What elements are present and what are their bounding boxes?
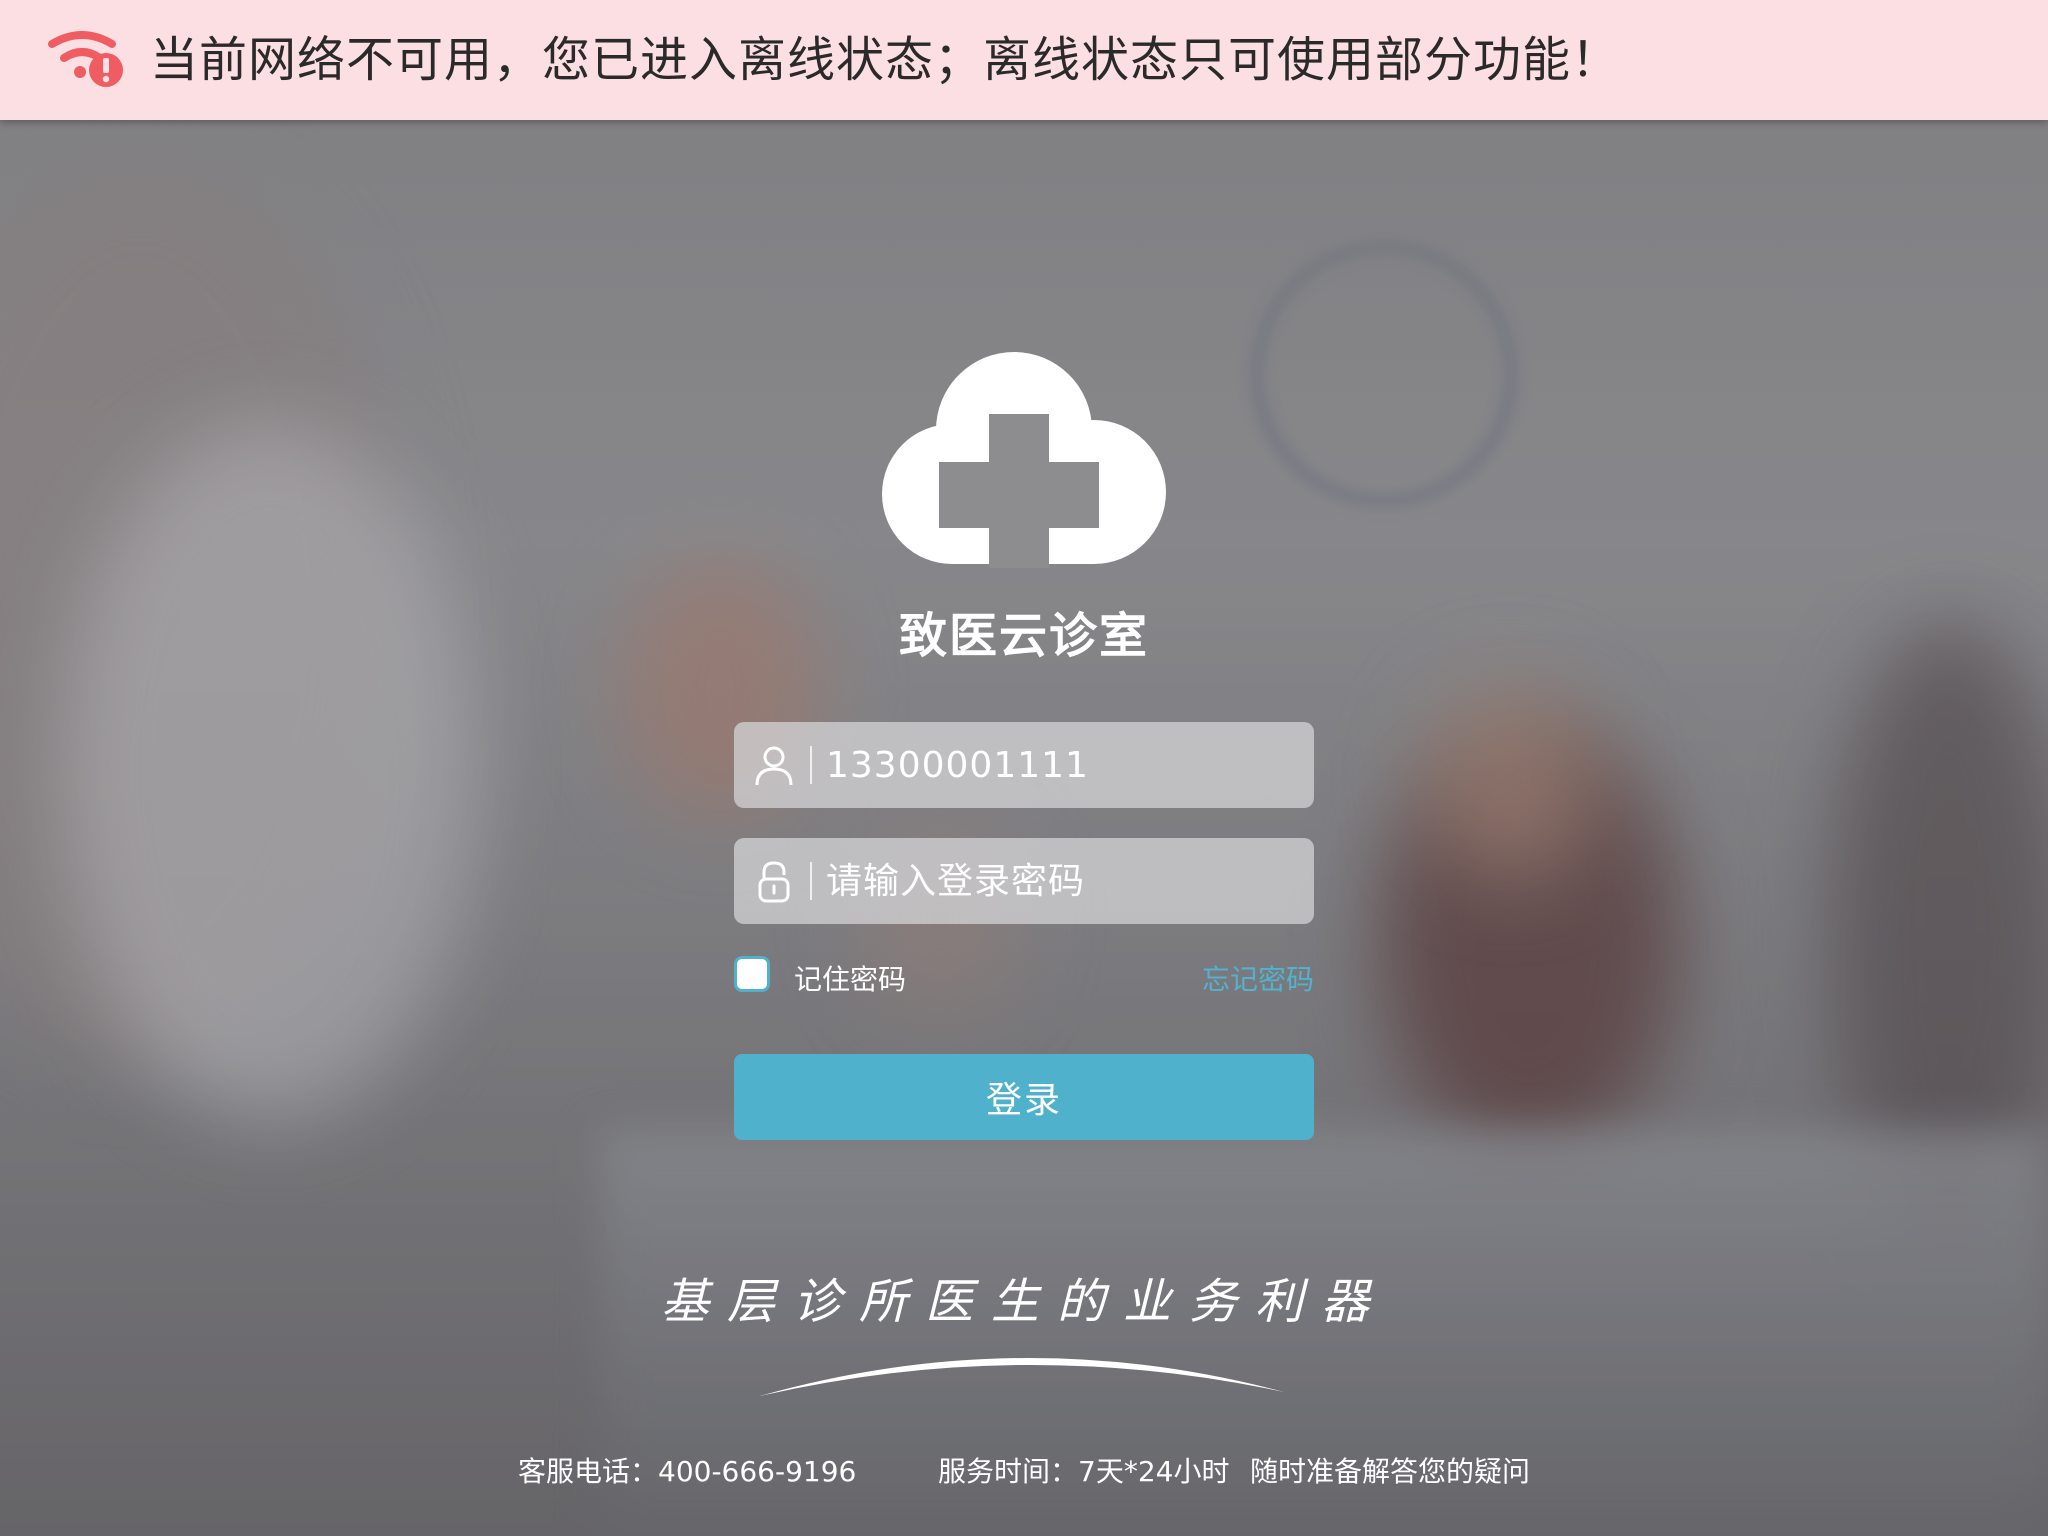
password-input[interactable] (826, 838, 1296, 924)
field-separator (810, 746, 812, 784)
user-icon (755, 746, 793, 786)
remember-row: 记住密码 忘记密码 (734, 954, 1314, 998)
service-phone: 客服电话：400-666-9196 (518, 1455, 857, 1488)
service-hours: 服务时间：7天*24小时 (938, 1455, 1230, 1488)
forgot-password-link[interactable]: 忘记密码 (1202, 958, 1314, 998)
username-field[interactable] (734, 722, 1314, 808)
field-separator (810, 862, 812, 900)
slogan: 基层诊所医生的业务利器 (660, 1274, 1387, 1330)
offline-banner: 当前网络不可用，您已进入离线状态；离线状态只可使用部分功能！ (0, 0, 2048, 120)
password-field[interactable] (734, 838, 1314, 924)
app-name: 致医云诊室 (898, 608, 1149, 664)
login-screen: 当前网络不可用，您已进入离线状态；离线状态只可使用部分功能！ 致医云诊室 133… (0, 0, 2048, 1536)
swoosh-decoration (760, 1357, 1284, 1396)
offline-message: 当前网络不可用，您已进入离线状态；离线状态只可使用部分功能！ (150, 32, 1621, 88)
cloud-cross-logo (882, 352, 1166, 568)
login-button[interactable]: 登录 (734, 1054, 1314, 1140)
service-note: 随时准备解答您的疑问 (1250, 1455, 1531, 1488)
remember-password-label[interactable]: 记住密码 (794, 958, 906, 998)
lock-icon (758, 861, 790, 903)
wifi-offline-warning-icon (48, 31, 123, 87)
remember-password-checkbox[interactable] (734, 956, 770, 992)
username-input[interactable] (826, 722, 1296, 808)
